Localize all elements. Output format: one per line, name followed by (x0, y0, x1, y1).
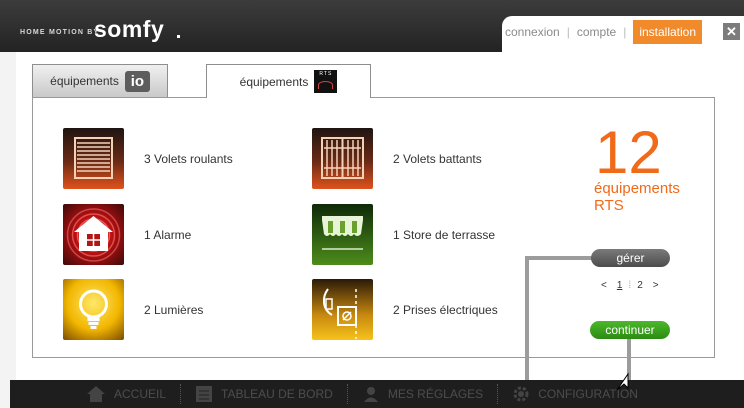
nav-separator: | (566, 25, 570, 39)
equipment-label: 2 Volets battants (393, 151, 482, 166)
continue-button[interactable]: continuer (590, 321, 670, 339)
rts-badge-text: RTS (319, 71, 333, 77)
nav-connexion[interactable]: connexion (505, 25, 560, 39)
pagination: < 1 ⁞ 2 > (596, 280, 664, 291)
tab-label: équipements (239, 74, 309, 89)
count-label-line2: RTS (594, 197, 624, 214)
page-link-1[interactable]: 1 (617, 280, 623, 291)
callout-line (525, 256, 593, 260)
equipment-item[interactable]: 2 Lumières (63, 279, 203, 340)
close-icon[interactable]: ✕ (723, 23, 740, 40)
nav-tableau-de-bord[interactable]: TABLEAU DE BORD (181, 380, 347, 408)
count-label-line1: équipements (594, 180, 680, 197)
equipment-item[interactable]: 2 Volets battants (312, 128, 482, 189)
equipment-label: 1 Store de terrasse (393, 227, 496, 242)
equipment-item[interactable]: 3 Volets roulants (63, 128, 233, 189)
user-icon (363, 387, 378, 402)
equipment-count: 12 (595, 119, 662, 186)
page-separator: ⁞ (628, 280, 632, 291)
equipment-label: 1 Alarme (144, 227, 192, 242)
nav-compte[interactable]: compte (577, 25, 616, 39)
roller-shutter-icon (63, 128, 124, 189)
swing-shutter-icon (312, 128, 373, 189)
page-link-2[interactable]: 2 (637, 280, 643, 291)
mouse-cursor-icon (616, 372, 629, 391)
bottom-navigation: ACCUEIL TABLEAU DE BORD MES RÉGLAGES CON… (10, 380, 744, 408)
tab-equipements-rts[interactable]: équipements RTS (206, 64, 371, 98)
equipment-item[interactable]: 1 Store de terrasse (312, 204, 495, 265)
equipment-label: 2 Prises électriques (393, 302, 498, 317)
top-navigation: connexion | compte | installation (505, 19, 703, 45)
power-plug-icon (312, 279, 373, 340)
nav-label: ACCUEIL (114, 387, 167, 401)
home-icon (87, 386, 105, 402)
equipment-item[interactable]: 2 Prises électriques (312, 279, 498, 340)
dashboard-icon (196, 386, 213, 402)
awning-icon (312, 204, 373, 265)
io-logo-icon: io (124, 70, 150, 92)
prev-page-button[interactable]: < (601, 280, 607, 291)
nav-accueil[interactable]: ACCUEIL (72, 380, 180, 408)
nav-label: TABLEAU DE BORD (221, 387, 333, 401)
light-bulb-icon (63, 279, 124, 340)
tab-equipements-io[interactable]: équipements io (32, 64, 168, 97)
equipment-label: 3 Volets roulants (144, 151, 233, 166)
nav-installation[interactable]: installation (633, 20, 703, 44)
nav-separator: | (623, 25, 627, 39)
gear-icon (513, 386, 529, 402)
next-page-button[interactable]: > (653, 280, 659, 291)
manage-button[interactable]: gérer (591, 249, 670, 267)
rts-logo-icon: RTS (314, 70, 338, 93)
nav-label: MES RÉGLAGES (387, 387, 484, 401)
equipment-item[interactable]: 1 Alarme (63, 204, 191, 265)
equipment-label: 2 Lumières (144, 302, 204, 317)
alarm-house-icon (63, 204, 124, 265)
tab-label: équipements (50, 74, 119, 88)
nav-mes-reglages[interactable]: MES RÉGLAGES (348, 380, 497, 408)
equipment-count-label: équipements RTS (594, 180, 680, 214)
